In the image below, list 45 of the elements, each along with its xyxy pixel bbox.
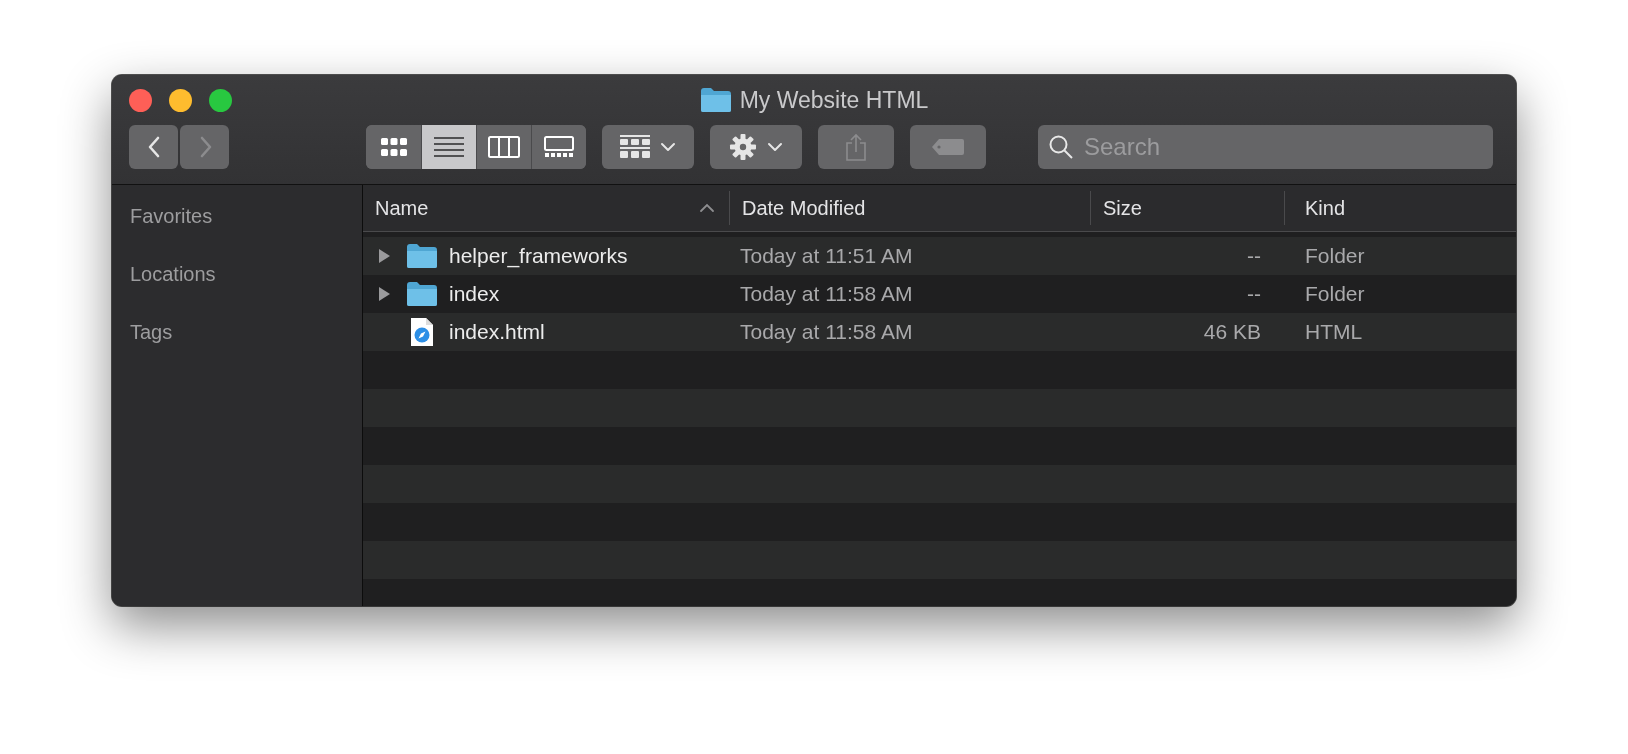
folder-icon [699,87,732,113]
window-control[interactable] [169,88,192,112]
view-mode-button[interactable] [531,125,586,169]
file-kind: HTML [1304,320,1364,344]
html-file-icon [410,317,434,347]
sidebar-heading[interactable]: Tags [112,317,362,375]
sidebar-heading[interactable]: Locations [112,259,362,317]
group-button[interactable] [602,125,694,169]
folder-icon [406,281,438,307]
share-icon [845,133,867,161]
column-header[interactable]: Kind [1285,191,1516,225]
chevron-down-icon [660,142,676,152]
tag-icon [931,138,965,156]
view-mode-button[interactable] [421,125,476,169]
action-button[interactable] [710,125,802,169]
grid-icon [620,135,650,159]
sort-ascending-icon [699,203,715,213]
file-kind: Folder [1304,244,1366,268]
gear-icon [729,133,757,161]
folder-icon [406,243,438,269]
sidebar-heading[interactable]: Favorites [112,201,362,259]
gallery-icon [544,136,574,158]
file-size: -- [1246,244,1262,268]
date-modified: Today at 11:58 AM [739,320,914,344]
window-title: My Website HTML [739,86,929,114]
date-modified: Today at 11:58 AM [739,282,914,306]
columns-icon [488,136,520,158]
list-icon [434,136,464,158]
back-button[interactable] [129,125,178,169]
file-size: 46 KB [1202,320,1262,344]
window-control[interactable] [129,88,152,112]
date-modified: Today at 11:51 AM [739,244,914,268]
disclosure-triangle[interactable] [377,248,391,264]
file-size: -- [1246,282,1262,306]
window-control[interactable] [209,88,232,112]
file-kind: Folder [1304,282,1366,306]
column-header[interactable]: Name [363,191,730,225]
file-name[interactable]: index.html [449,320,545,344]
file-name[interactable]: index [449,282,500,306]
grid-icon [379,137,408,157]
column-header[interactable]: Date Modified [730,191,1091,225]
chevron-down-icon [767,142,783,152]
column-header[interactable]: Size [1091,191,1285,225]
file-name[interactable]: helper_frameworks [449,244,628,268]
disclosure-triangle[interactable] [377,286,391,302]
